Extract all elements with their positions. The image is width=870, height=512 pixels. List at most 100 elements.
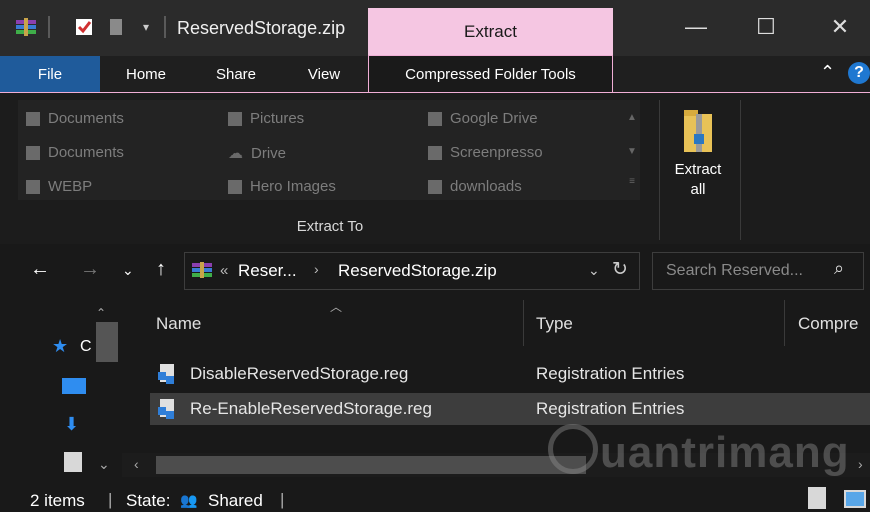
- status-state-value: Shared: [208, 491, 263, 510]
- zip-archive-icon: [192, 262, 212, 283]
- folder-icon: [26, 145, 40, 160]
- status-item-count: 2 items: [30, 491, 85, 510]
- maximize-button[interactable]: ☐: [746, 14, 786, 40]
- back-arrow-icon[interactable]: ←: [30, 258, 50, 281]
- window-title: ReservedStorage.zip: [177, 18, 346, 38]
- column-header-compressed[interactable]: Compre: [798, 314, 858, 334]
- location-label: Documents: [48, 110, 124, 127]
- winrar-app-icon[interactable]: [16, 17, 36, 37]
- scroll-right-icon[interactable]: ›: [858, 456, 863, 472]
- new-folder-icon[interactable]: [106, 17, 126, 37]
- location-drive[interactable]: ☁ Drive: [228, 144, 287, 163]
- registry-file-icon: [158, 399, 176, 424]
- qa-separator: [48, 16, 50, 38]
- location-documents-1[interactable]: Documents: [26, 110, 124, 127]
- folder-icon: [428, 179, 442, 194]
- tab-compressed-folder-tools[interactable]: Compressed Folder Tools: [368, 55, 613, 93]
- location-label: WEBP: [48, 178, 93, 195]
- title-separator: [164, 16, 166, 38]
- minimize-button[interactable]: —: [676, 14, 716, 40]
- refresh-icon[interactable]: ↻: [612, 258, 628, 281]
- folder-icon: [228, 179, 242, 194]
- file-name[interactable]: Re-EnableReservedStorage.reg: [190, 399, 432, 419]
- forward-arrow-icon[interactable]: →: [80, 258, 100, 281]
- watermark-logo-icon: [548, 424, 598, 474]
- file-type: Registration Entries: [536, 364, 685, 383]
- breadcrumb-item-parent[interactable]: Reser...: [238, 261, 297, 281]
- document-icon: [26, 111, 40, 126]
- large-icons-view-icon[interactable]: [844, 490, 866, 508]
- desktop-icon[interactable]: [62, 378, 86, 394]
- search-icon[interactable]: ⌕: [834, 258, 844, 279]
- location-hero-images[interactable]: Hero Images: [228, 178, 336, 195]
- registry-file-icon: [158, 364, 176, 389]
- location-label: Pictures: [250, 110, 305, 127]
- location-label: Hero Images: [250, 178, 336, 195]
- sort-ascending-icon: ︿: [330, 300, 343, 314]
- location-label: Screenpresso: [450, 144, 543, 161]
- tab-file[interactable]: File: [0, 56, 100, 92]
- column-header-type[interactable]: Type: [536, 314, 573, 334]
- zip-folder-icon: [682, 104, 714, 159]
- location-downloads[interactable]: downloads: [428, 178, 522, 195]
- column-separator[interactable]: [784, 300, 785, 346]
- collapse-ribbon-chevron-icon[interactable]: ⌃: [820, 62, 835, 83]
- status-state-label: State:: [126, 491, 171, 510]
- downloads-arrow-icon[interactable]: ⬇: [64, 414, 79, 435]
- navpane-expand-chevron-icon[interactable]: ⌄: [98, 456, 110, 473]
- location-pictures[interactable]: Pictures: [228, 110, 304, 127]
- location-screenpresso[interactable]: Screenpresso: [428, 144, 543, 161]
- extract-all-button[interactable]: Extract all: [666, 160, 730, 200]
- recent-locations-chevron-icon[interactable]: ⌄: [122, 262, 134, 279]
- extract-context-tab[interactable]: Extract: [368, 8, 613, 56]
- quick-access-star-icon[interactable]: ★: [52, 336, 68, 357]
- help-icon[interactable]: ?: [848, 62, 870, 84]
- gallery-scroll-down-icon[interactable]: ▼: [624, 146, 640, 157]
- breadcrumb-overflow[interactable]: «: [220, 262, 228, 279]
- properties-icon[interactable]: [74, 17, 94, 37]
- group-label-extract-to: Extract To: [296, 218, 364, 235]
- details-view-icon[interactable]: [808, 487, 826, 509]
- breadcrumb-item-current[interactable]: ReservedStorage.zip: [338, 261, 497, 281]
- status-separator: |: [108, 490, 113, 509]
- shared-users-icon: 👥: [180, 492, 198, 508]
- search-placeholder: Search Reserved...: [666, 262, 803, 279]
- ribbon-separator: [740, 100, 741, 240]
- folder-icon: [428, 145, 442, 160]
- watermark-text: uantrimang: [600, 428, 850, 477]
- pictures-icon: [228, 111, 242, 126]
- horizontal-scrollbar-thumb[interactable]: [156, 456, 586, 474]
- documents-icon[interactable]: [64, 452, 82, 472]
- folder-icon: [428, 111, 442, 126]
- extract-all-label-2: all: [690, 181, 706, 198]
- extract-all-label-1: Extract: [674, 161, 722, 178]
- location-label: Google Drive: [450, 110, 538, 127]
- address-dropdown-chevron-icon[interactable]: ⌄: [588, 262, 600, 279]
- folder-icon: [26, 179, 40, 194]
- location-documents-2[interactable]: Documents: [26, 144, 124, 161]
- close-button[interactable]: ✕: [820, 14, 860, 40]
- customize-qa-chevron-icon[interactable]: ▾: [136, 17, 156, 37]
- location-webp[interactable]: WEBP: [26, 178, 92, 195]
- location-label: Documents: [48, 144, 124, 161]
- file-name[interactable]: DisableReservedStorage.reg: [190, 364, 408, 384]
- column-header-name[interactable]: Name: [156, 314, 201, 334]
- quick-access-label[interactable]: C: [80, 338, 92, 356]
- gallery-more-icon[interactable]: ≡: [624, 176, 640, 187]
- navpane-scrollbar-thumb[interactable]: [96, 322, 118, 362]
- gallery-scroll-up-icon[interactable]: ▲: [624, 112, 640, 123]
- navpane-scroll-up-icon[interactable]: ⌃: [96, 306, 106, 320]
- scroll-left-icon[interactable]: ‹: [134, 456, 139, 472]
- tab-view[interactable]: View: [294, 56, 354, 92]
- status-separator: |: [280, 490, 285, 509]
- ribbon-separator: [659, 100, 660, 240]
- location-label: Drive: [251, 144, 287, 162]
- tab-home[interactable]: Home: [114, 56, 178, 92]
- up-arrow-icon[interactable]: ↑: [156, 258, 166, 281]
- file-type: Registration Entries: [536, 399, 685, 418]
- location-label: downloads: [450, 178, 522, 195]
- location-google-drive[interactable]: Google Drive: [428, 110, 538, 127]
- column-separator[interactable]: [523, 300, 524, 346]
- cloud-icon: ☁: [228, 145, 243, 162]
- tab-share[interactable]: Share: [204, 56, 268, 92]
